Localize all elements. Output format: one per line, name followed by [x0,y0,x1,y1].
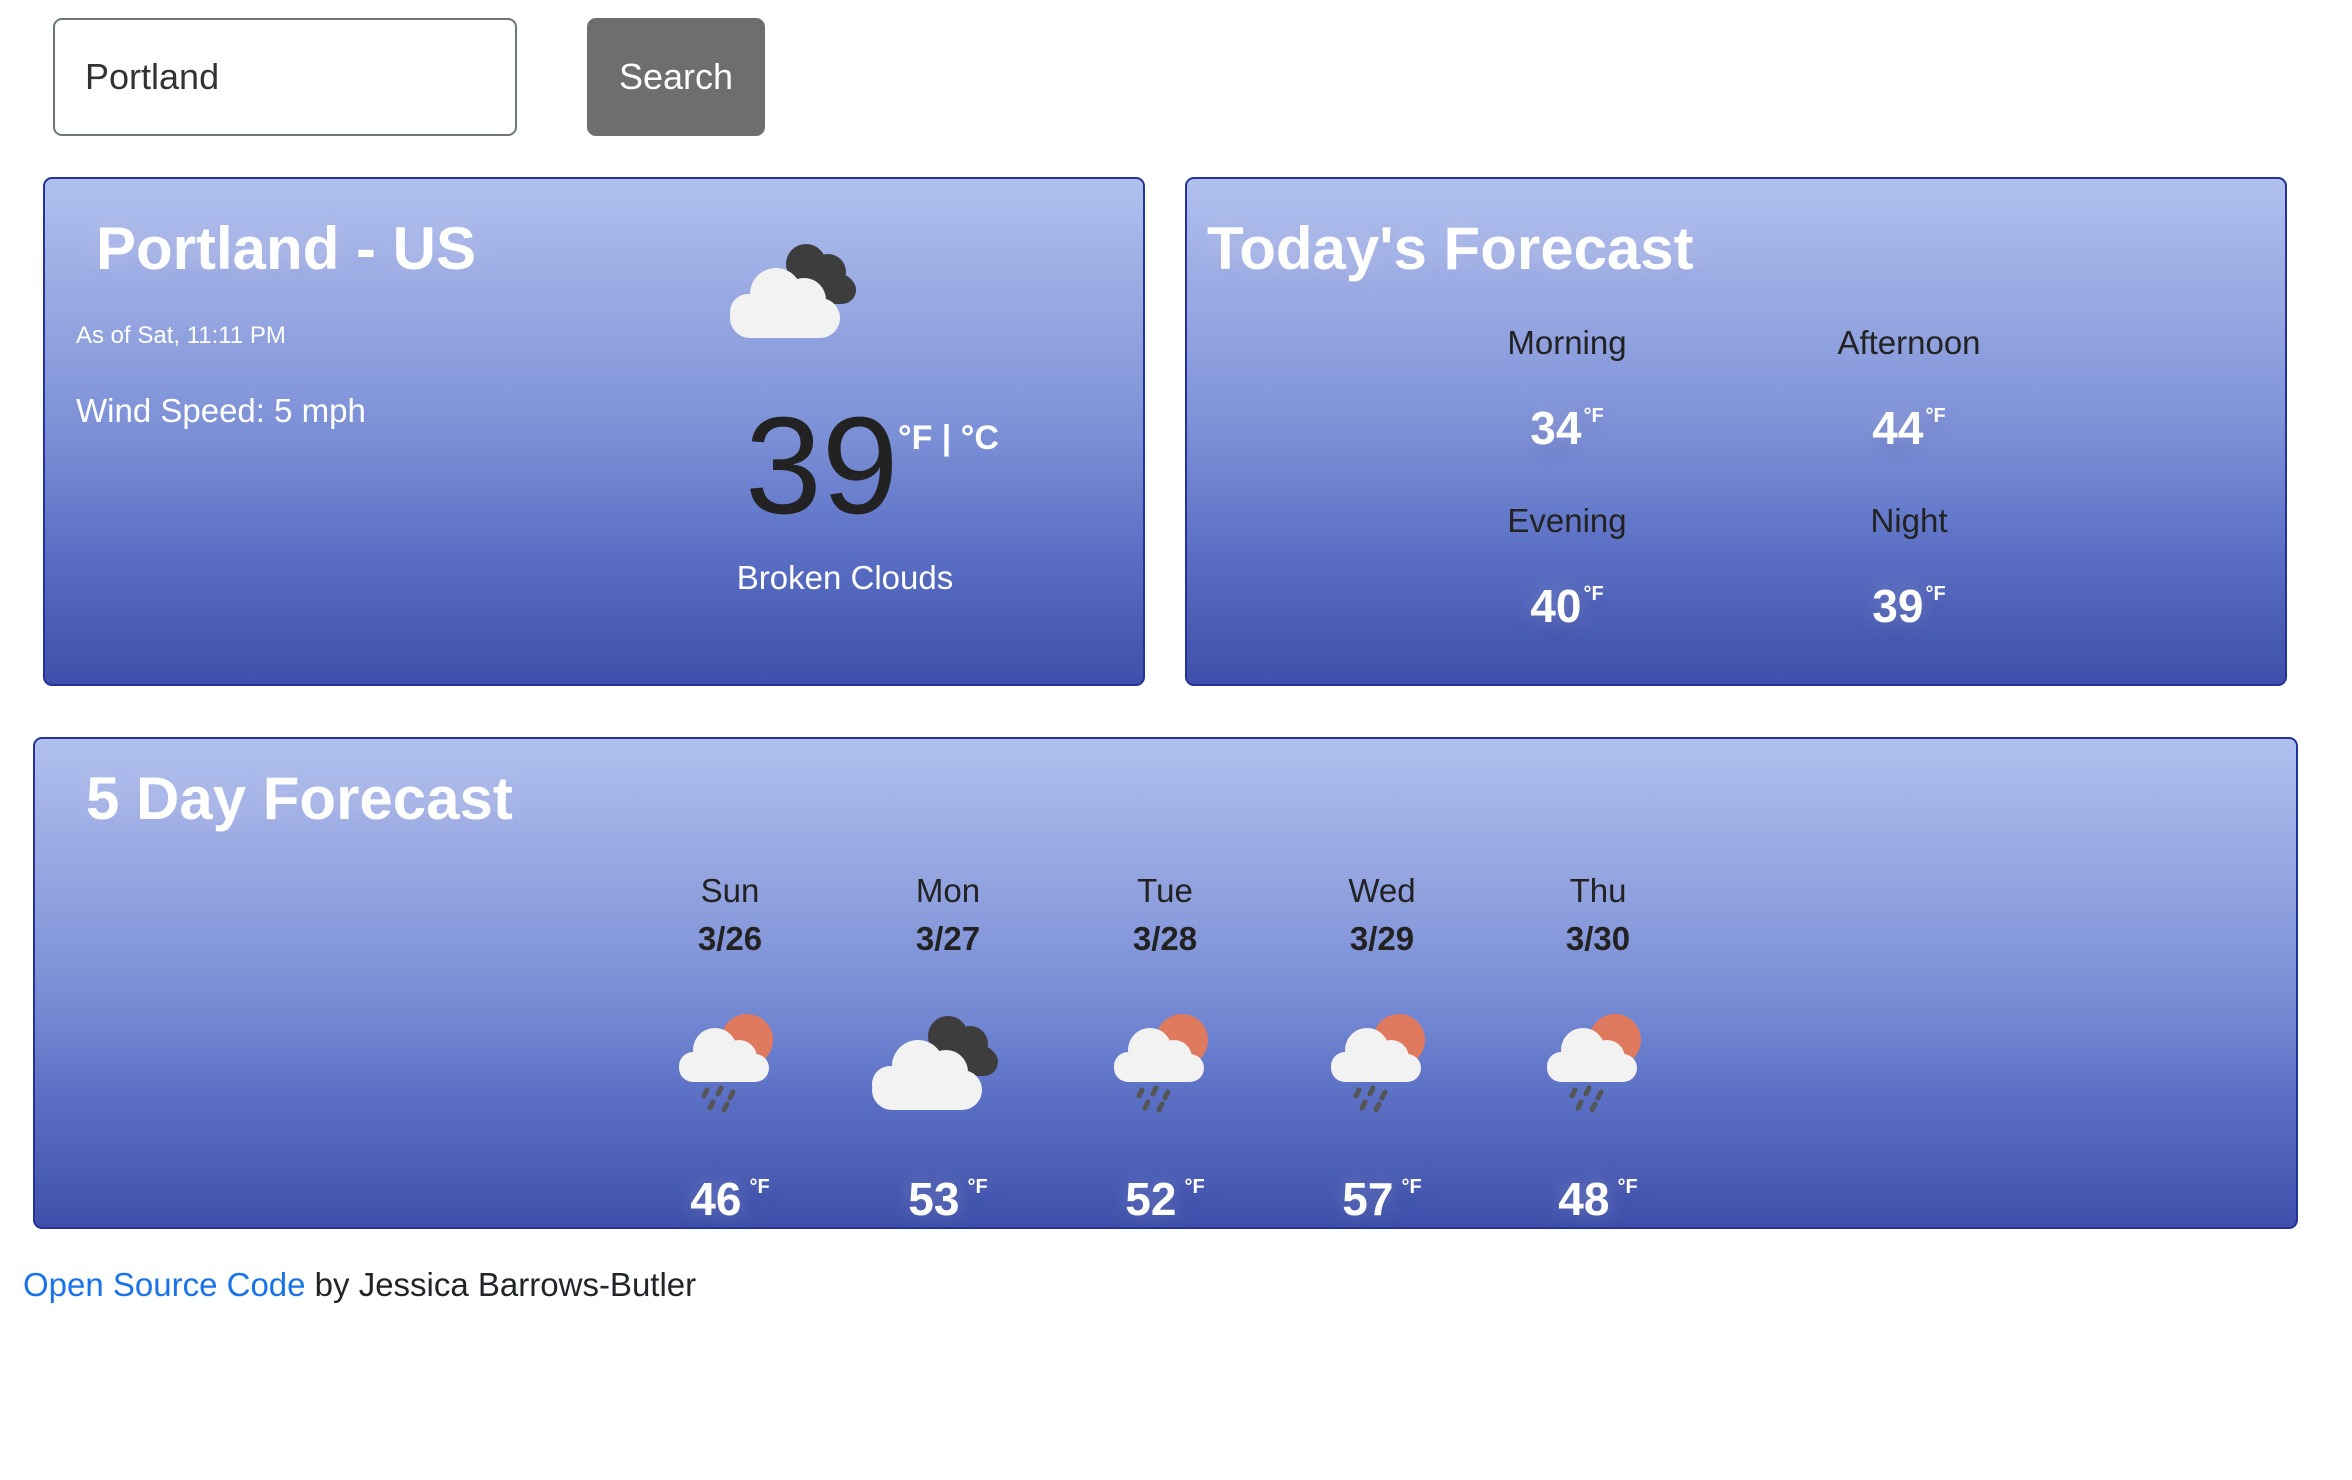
day-date: 3/30 [1565,920,1631,957]
day-date: 3/29 [1349,920,1415,957]
day-name: Sun [700,872,760,909]
todays-forecast-card: Today's Forecast Morning 34 °F Afternoon … [1185,177,2287,686]
period-label: Afternoon [1837,324,1981,361]
day-date: 3/27 [915,920,981,957]
wind-speed: Wind Speed: 5 mph [76,392,366,429]
current-temperature: 39 [745,389,899,543]
day-name: Tue [1137,872,1193,909]
period-temp: 34 °F [1530,402,1604,454]
period-label: Evening [1507,502,1627,539]
forecast-day-tue: Tue 3/28 52 °F [1065,739,1265,1227]
current-condition: Broken Clouds [736,559,954,596]
broken-clouds-icon [872,1016,998,1110]
sun-rain-icon [1547,1014,1641,1113]
period-temp: 40 °F [1530,580,1604,632]
day-date: 3/28 [1132,920,1198,957]
day-name: Wed [1348,872,1416,909]
day-temp: 46 °F [690,1173,770,1225]
search-button[interactable]: Search [587,18,765,136]
day-temp: 53 °F [908,1173,988,1225]
location-title: Portland - US [96,215,477,282]
search-bar: Search [53,18,773,136]
search-input[interactable] [53,18,517,136]
day-date: 3/26 [697,920,763,957]
five-day-forecast-card: 5 Day Forecast Sun 3/26 46 °F Mon 3/27 53… [33,737,2298,1229]
sun-rain-icon [1331,1014,1425,1113]
day-temp: 48 °F [1558,1173,1638,1225]
open-source-link[interactable]: Open Source Code [23,1266,306,1303]
sun-rain-icon [679,1014,773,1113]
author-byline: by Jessica Barrows-Butler [305,1266,697,1303]
day-temp: 52 °F [1125,1173,1205,1225]
todays-forecast-title: Today's Forecast [1207,215,1694,282]
forecast-day-mon: Mon 3/27 53 °F [848,739,1048,1227]
day-name: Thu [1569,872,1627,909]
day-temp: 57 °F [1342,1173,1422,1225]
as-of-time: As of Sat, 11:11 PM [76,322,286,349]
unit-toggle[interactable]: °F | °C [898,419,999,458]
forecast-day-wed: Wed 3/29 57 °F [1282,739,1482,1227]
forecast-day-thu: Thu 3/30 48 °F [1498,739,1698,1227]
sun-rain-icon [1114,1014,1208,1113]
period-label: Morning [1507,324,1627,361]
current-weather-card: Portland - US As of Sat, 11:11 PM Wind S… [43,177,1145,686]
day-name: Mon [915,872,981,909]
footer: Open Source Code by Jessica Barrows-Butl… [23,1266,696,1304]
five-day-forecast-title: 5 Day Forecast [86,765,513,832]
period-label: Night [1870,502,1948,539]
broken-clouds-icon [730,244,856,338]
period-temp: 44 °F [1872,402,1946,454]
period-temp: 39 °F [1872,580,1946,632]
forecast-day-sun: Sun 3/26 46 °F [630,739,830,1227]
